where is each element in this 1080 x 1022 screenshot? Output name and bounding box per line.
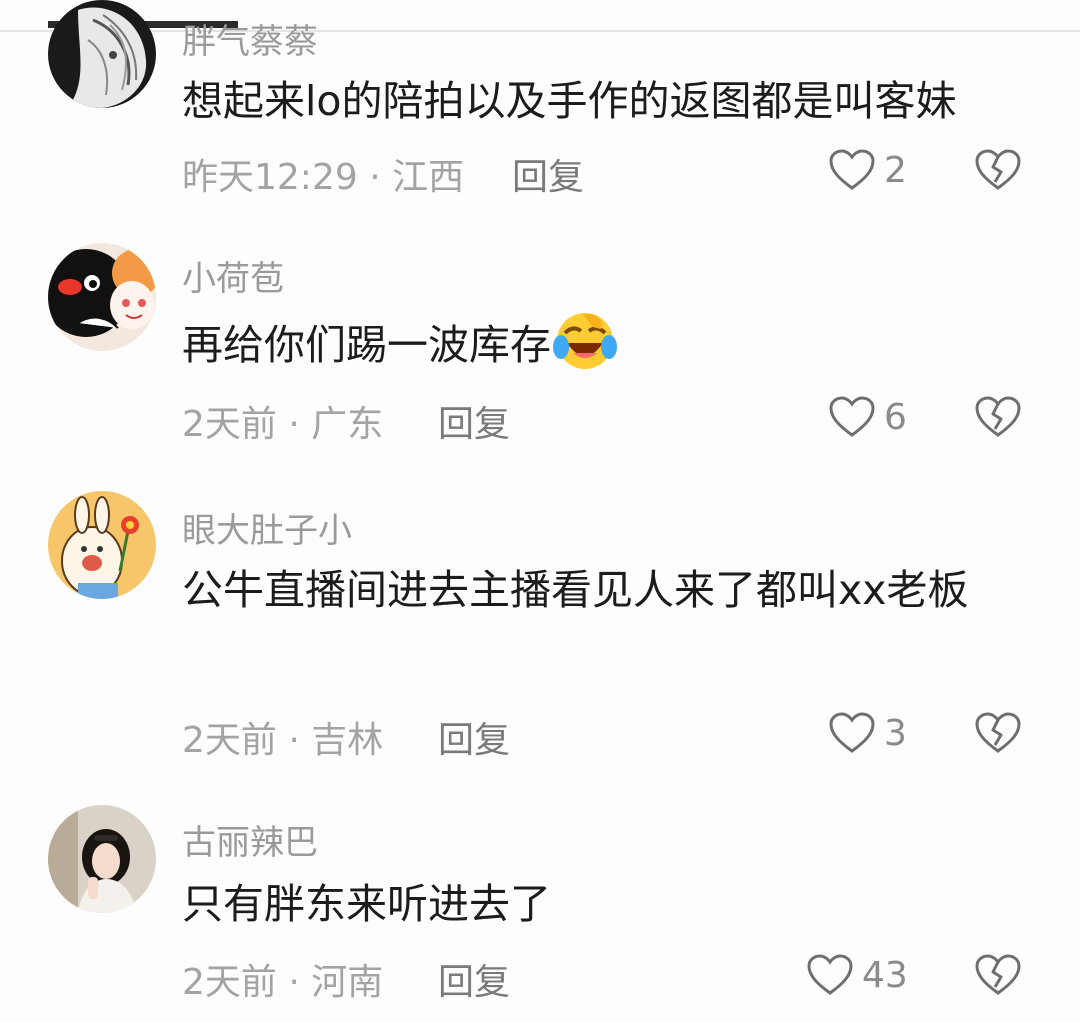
like-count: 43 [862,954,908,996]
reply-button[interactable]: 回复 [438,953,510,1005]
avatar-penguin-cartoon-icon [48,243,156,351]
comment-item: 小荷苞 再给你们踢一波库存 2天前 · 广东 回复 6 [0,215,1080,475]
broken-heart-icon [975,149,1021,190]
comment-username[interactable]: 眼大肚子小 [182,503,352,552]
comment-time-location: 2天前 · 河南 [182,962,384,1003]
reply-button[interactable]: 回复 [512,148,584,200]
comment-username[interactable]: 古丽辣巴 [182,815,318,864]
comment-content: 再给你们踢一波库存 [182,309,1032,380]
heart-outline-icon [807,954,853,995]
dislike-button[interactable] [974,148,1022,192]
broken-heart-icon [975,396,1021,437]
broken-heart-icon [975,712,1021,753]
like-button[interactable]: 2 [828,148,907,192]
heart-outline-icon [829,149,875,190]
dislike-button[interactable] [974,395,1022,439]
comment-username[interactable]: 小荷苞 [182,251,284,300]
comment-content: 想起来lo的陪拍以及手作的返图都是叫客妹 [182,77,957,125]
comment-username[interactable]: 胖气蔡蔡 [182,14,318,63]
heart-outline-icon [829,712,875,753]
comment-item: 古丽辣巴 只有胖东来听进去了 2天前 · 河南 回复 43 [0,795,1080,1022]
reply-button[interactable]: 回复 [438,395,510,447]
like-button[interactable]: 43 [806,953,908,997]
broken-heart-icon [975,954,1021,995]
comment-content: 公牛直播间进去主播看见人来了都叫xx老板 [182,566,969,614]
like-button[interactable]: 3 [828,711,907,755]
comment-time-location: 2天前 · 吉林 [182,720,384,761]
comment-content: 只有胖东来听进去了 [182,880,551,928]
like-count: 3 [884,712,907,754]
like-count: 2 [884,149,907,191]
comment-item: 胖气蔡蔡 想起来lo的陪拍以及手作的返图都是叫客妹 昨天12:29 · 江西 回… [0,0,1080,215]
dislike-button[interactable] [974,953,1022,997]
avatar-woman-photo-icon [48,805,156,913]
laughing-crying-emoji-icon [553,313,617,369]
avatar-manga-portrait-icon [48,0,156,108]
reply-button[interactable]: 回复 [438,711,510,763]
like-button[interactable]: 6 [828,395,907,439]
heart-outline-icon [829,396,875,437]
user-avatar[interactable] [48,0,156,108]
user-avatar[interactable] [48,805,156,913]
comment-text: 再给你们踢一波库存 [182,321,551,369]
comment-time-location: 昨天12:29 · 江西 [182,157,465,198]
dislike-button[interactable] [974,711,1022,755]
like-count: 6 [884,396,907,438]
user-avatar[interactable] [48,491,156,599]
comment-item: 眼大肚子小 公牛直播间进去主播看见人来了都叫xx老板 2天前 · 吉林 回复 3 [0,475,1080,795]
user-avatar[interactable] [48,243,156,351]
avatar-bunny-flower-icon [48,491,156,599]
comment-time-location: 2天前 · 广东 [182,404,384,445]
